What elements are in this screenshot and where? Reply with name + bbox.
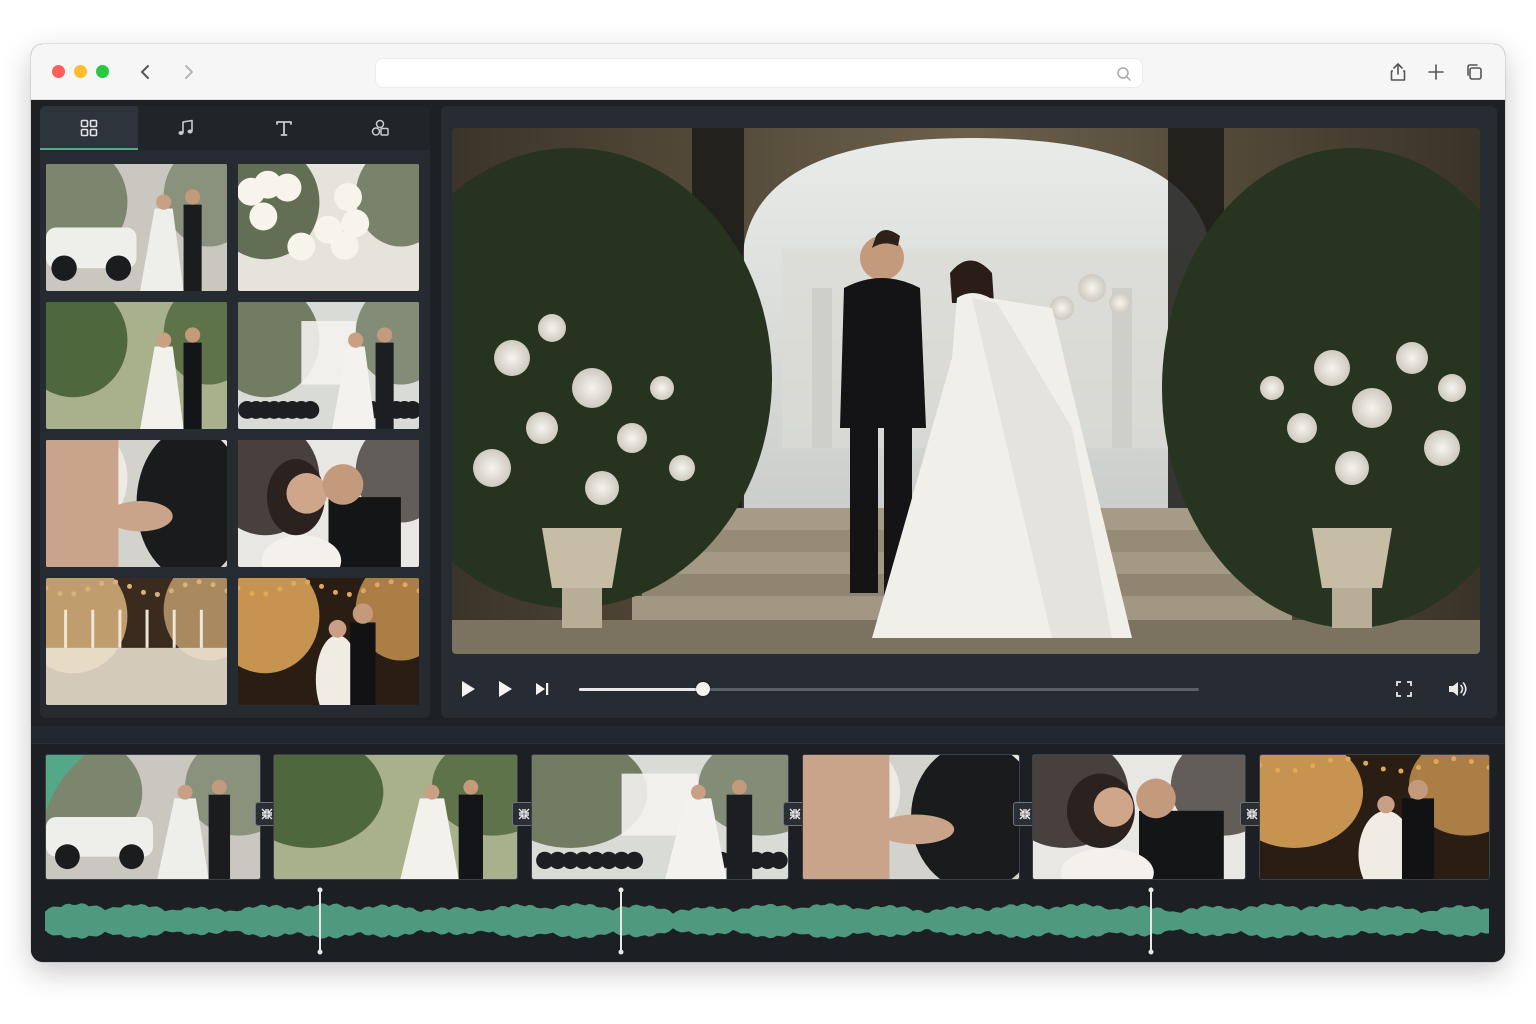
grid-icon [80,119,98,137]
back-button[interactable] [133,60,157,84]
play-button[interactable] [455,676,481,702]
player-controls [441,666,1497,712]
back-icon [141,65,149,79]
seek-handle[interactable] [696,682,710,696]
search-icon [1117,67,1131,81]
timeline-clip[interactable] [1259,754,1490,880]
volume-button[interactable] [1445,676,1471,702]
tab-effects[interactable] [333,106,431,150]
media-thumbnail[interactable] [46,302,227,429]
media-thumbnail[interactable] [46,440,227,567]
audio-waveform[interactable] [45,886,1489,956]
seek-bar[interactable] [579,682,1199,696]
video-preview[interactable] [452,128,1480,654]
transition-icon [261,808,273,820]
photo-image [238,440,419,567]
photo-image [803,755,1019,879]
timeline-clip[interactable] [273,754,518,880]
play-alt-button[interactable] [492,676,518,702]
minimize-window-button[interactable] [74,65,87,78]
photo-image [46,440,227,567]
media-thumbnail[interactable] [46,164,227,291]
fullscreen-button[interactable] [1391,676,1417,702]
transition-icon [518,808,530,820]
address-bar[interactable] [375,58,1143,88]
audio-marker-end [618,887,624,893]
timeline-header [31,726,1505,744]
fullscreen-icon [1396,681,1412,697]
timeline-clip[interactable] [45,754,261,880]
media-thumbnail[interactable] [238,440,419,567]
transition-icon [1246,808,1258,820]
tab-text[interactable] [235,106,333,150]
photo-image [274,755,517,879]
media-thumbnail[interactable] [238,302,419,429]
play-alt-icon [499,681,512,697]
share-button[interactable] [1387,61,1409,83]
audio-marker-end [317,887,323,893]
audio-marker-end [618,949,624,955]
audio-marker-end [1148,887,1154,893]
skip-forward-button[interactable] [529,676,555,702]
audio-marker-end [1148,949,1154,955]
browser-toolbar [31,44,1505,100]
photo-image [1033,755,1245,879]
tab-overview-button[interactable] [1463,61,1485,83]
forward-icon [185,65,193,79]
skip-forward-icon [536,683,549,695]
photo-image [238,578,419,705]
timeline-clip[interactable] [531,754,789,880]
photo-image [238,164,419,291]
media-tab-bar [40,106,430,150]
browser-window [31,44,1505,962]
video-preview-panel [441,106,1497,718]
photo-image [238,302,419,429]
transition-icon [789,808,801,820]
shapes-icon [372,119,389,136]
audio-marker-end [317,949,323,955]
maximize-window-button[interactable] [96,65,109,78]
photo-image [46,164,227,291]
new-tab-icon [1428,64,1444,80]
photo-image [46,755,260,879]
photo-image [46,578,227,705]
transition-icon [1019,808,1031,820]
photo-image [1260,755,1489,879]
new-tab-button[interactable] [1425,61,1447,83]
media-thumbnail-grid [46,164,419,705]
volume-icon [1449,682,1467,696]
tab-media[interactable] [40,106,138,150]
forward-button[interactable] [177,60,201,84]
waveform-shape [45,903,1489,939]
share-icon [1390,63,1406,81]
play-icon [462,681,475,697]
media-thumbnail[interactable] [46,578,227,705]
tab-audio[interactable] [138,106,236,150]
close-window-button[interactable] [52,65,65,78]
photo-image [46,302,227,429]
media-thumbnail[interactable] [238,578,419,705]
photo-image [532,755,788,879]
text-icon [275,121,292,136]
timeline-clip[interactable] [802,754,1020,880]
media-library-panel [40,106,430,718]
timeline [31,726,1505,962]
tabs-icon [1467,64,1482,80]
timeline-clip[interactable] [1032,754,1246,880]
seek-progress [579,688,703,691]
music-note-icon [178,119,194,135]
media-thumbnail[interactable] [238,164,419,291]
video-frame [452,128,1480,654]
